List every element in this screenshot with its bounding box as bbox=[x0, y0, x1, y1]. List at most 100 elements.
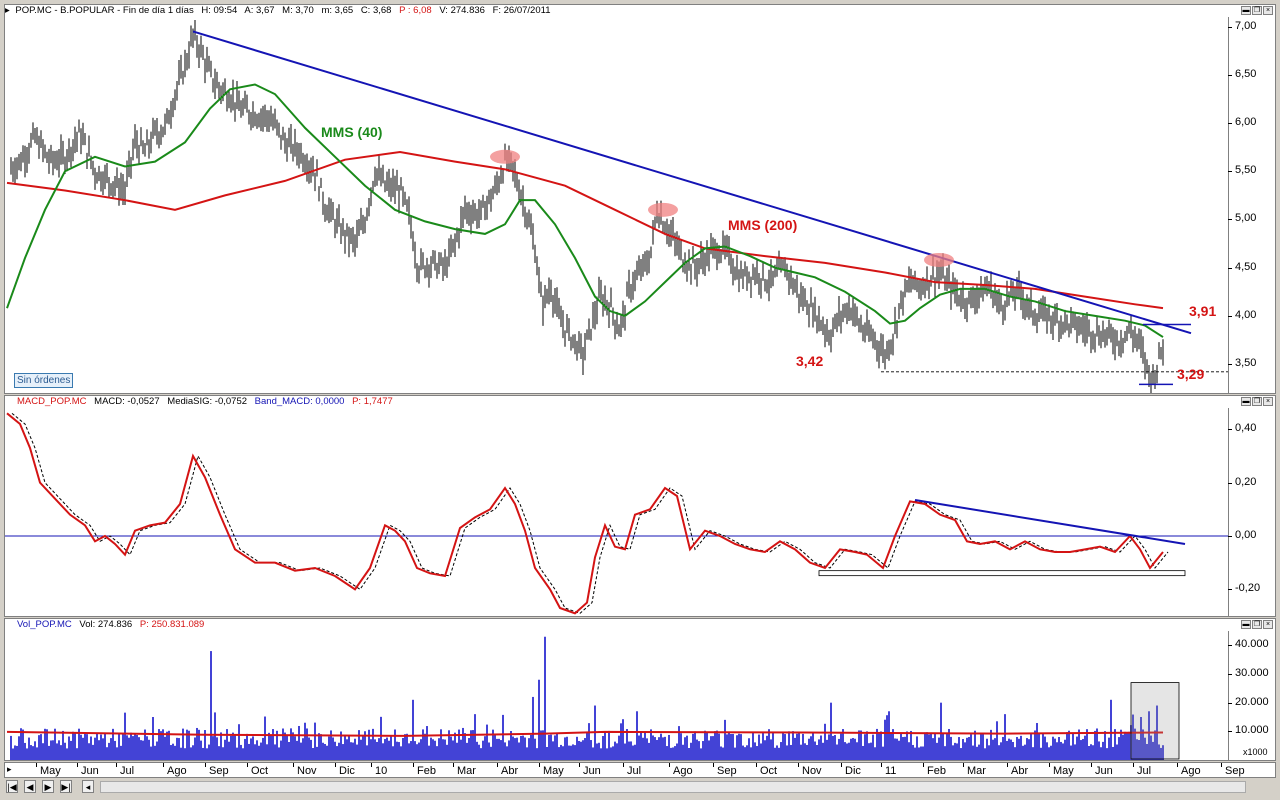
first-icon[interactable]: |◀ bbox=[6, 780, 18, 793]
x-tick-label: Jul bbox=[622, 763, 642, 777]
price-y-axis: 7,00 6,50 6,00 5,50 5,00 4,50 4,00 3,50 bbox=[1228, 17, 1275, 393]
last-icon[interactable]: ▶| bbox=[60, 780, 72, 793]
y-tick-label: 5,00 bbox=[1235, 212, 1257, 225]
y-tick-label: 4,00 bbox=[1235, 308, 1257, 321]
macd-signal: MediaSIG: -0,0752 bbox=[167, 396, 248, 407]
x-tick-label: 11 bbox=[880, 763, 897, 777]
volume-bars bbox=[10, 636, 1164, 760]
mms200-line bbox=[6, 150, 1164, 310]
macd-chart[interactable] bbox=[5, 408, 1229, 616]
x-tick-label: Jul bbox=[1132, 763, 1152, 777]
x-tick-label: 10 bbox=[370, 763, 388, 777]
volume-unit: x1000 bbox=[1243, 747, 1268, 757]
macd-support-box bbox=[818, 570, 1186, 577]
x-tick-label: Sep bbox=[1221, 763, 1245, 777]
volume-average-line bbox=[6, 730, 1164, 737]
macd-y-axis: 0,40 0,20 0,00 -0,20 bbox=[1228, 408, 1275, 616]
label-resistance-391: 3,91 bbox=[1189, 303, 1217, 319]
volume-name: Vol_POP.MC bbox=[17, 619, 72, 630]
volume-header: Vol_POP.MC Vol: 274.836 P: 250.831.089 bbox=[5, 619, 1275, 631]
macd-name: MACD_POP.MC bbox=[17, 396, 87, 407]
prev-icon[interactable]: ◀ bbox=[24, 780, 36, 793]
horizontal-scrollbar[interactable] bbox=[100, 781, 1246, 793]
x-tick-label: Feb bbox=[923, 763, 946, 777]
x-tick-label: Mar bbox=[963, 763, 986, 777]
close-icon[interactable]: × bbox=[1263, 397, 1273, 406]
macd-p: P: 1,7477 bbox=[352, 396, 393, 407]
volume-value: Vol: 274.836 bbox=[79, 619, 133, 630]
restore-icon[interactable]: ❐ bbox=[1252, 397, 1262, 406]
x-tick-label: Jul bbox=[115, 763, 135, 777]
x-tick-label: Nov bbox=[798, 763, 822, 777]
macd-window-buttons: ▬ ❐ × bbox=[1241, 397, 1273, 406]
downtrend-line bbox=[192, 30, 1192, 335]
volume-p: P: 250.831.089 bbox=[139, 619, 205, 630]
y-tick-label: 0,40 bbox=[1235, 422, 1257, 435]
header-high: M: 3,70 bbox=[282, 5, 314, 16]
volume-window-buttons: ▬ ❐ × bbox=[1241, 620, 1273, 629]
price-panel[interactable]: ▸ POP.MC - B.POPULAR - Fin de día 1 días… bbox=[4, 4, 1276, 394]
x-tick-label: Ago bbox=[1177, 763, 1201, 777]
macd-panel[interactable]: MACD_POP.MC MACD: -0,0527 MediaSIG: -0,0… bbox=[4, 395, 1276, 617]
peak-highlight bbox=[924, 252, 954, 267]
header-close: C: 3,68 bbox=[360, 5, 392, 16]
x-tick-label: Sep bbox=[713, 763, 737, 777]
label-mms40: MMS (40) bbox=[321, 124, 383, 140]
y-tick-label: 40.000 bbox=[1235, 638, 1269, 651]
y-tick-label: 7,00 bbox=[1235, 19, 1257, 32]
price-chart[interactable] bbox=[5, 17, 1229, 393]
x-tick-label: Dic bbox=[841, 763, 861, 777]
restore-icon[interactable]: ❐ bbox=[1252, 620, 1262, 629]
y-tick-label: 5,50 bbox=[1235, 164, 1257, 177]
x-tick-label: Oct bbox=[246, 763, 269, 777]
y-tick-label: 6,50 bbox=[1235, 67, 1257, 80]
minimize-icon[interactable]: ▬ bbox=[1241, 6, 1251, 15]
minimize-icon[interactable]: ▬ bbox=[1241, 397, 1251, 406]
volume-chart[interactable] bbox=[5, 631, 1229, 760]
label-low-342: 3,42 bbox=[796, 353, 824, 369]
macd-line bbox=[6, 412, 1164, 615]
restore-icon[interactable]: ❐ bbox=[1252, 6, 1262, 15]
header-time: H: 09:54 bbox=[201, 5, 238, 16]
label-mms200: MMS (200) bbox=[728, 217, 798, 233]
y-tick-label: 0,00 bbox=[1235, 529, 1257, 541]
y-tick-label: 6,00 bbox=[1235, 116, 1257, 129]
orders-badge[interactable]: Sin órdenes bbox=[14, 373, 74, 388]
x-tick-label: May bbox=[1049, 763, 1074, 777]
header-date: F: 26/07/2011 bbox=[492, 5, 551, 16]
header-symbol: POP.MC - B.POPULAR - Fin de día 1 días bbox=[15, 5, 194, 16]
x-tick-label: Jun bbox=[1091, 763, 1113, 777]
navigation-bar: |◀ ◀ ▶ ▶| ◂ bbox=[4, 779, 1276, 796]
close-icon[interactable]: × bbox=[1263, 6, 1273, 15]
y-tick-label: 3,50 bbox=[1235, 357, 1257, 370]
price-window-buttons: ▬ ❐ × bbox=[1241, 6, 1273, 15]
next-icon[interactable]: ▶ bbox=[42, 780, 54, 793]
mms40-line bbox=[6, 83, 1164, 338]
corner-icon: ▸ bbox=[5, 5, 10, 16]
y-tick-label: 20.000 bbox=[1235, 695, 1269, 708]
x-tick-label: Ago bbox=[163, 763, 187, 777]
header-open: A: 3,67 bbox=[244, 5, 275, 16]
volume-y-axis: x1000 40.000 30.000 20.000 10.000 bbox=[1228, 631, 1275, 760]
x-tick-label: Jun bbox=[579, 763, 601, 777]
time-axis: ▸ May Jun Jul Ago Sep Oct Nov Dic 10 Feb Mar Abr May… bbox=[4, 762, 1276, 778]
y-tick-label: -0,20 bbox=[1235, 582, 1261, 595]
header-p: P : 6,08 bbox=[399, 5, 432, 16]
volume-highlight-box bbox=[1130, 682, 1180, 760]
y-tick-label: 10.000 bbox=[1235, 724, 1269, 737]
macd-header: MACD_POP.MC MACD: -0,0527 MediaSIG: -0,0… bbox=[5, 396, 1275, 408]
y-tick-label: 0,20 bbox=[1235, 475, 1257, 488]
x-tick-label: Jun bbox=[77, 763, 99, 777]
peak-highlight bbox=[648, 202, 678, 217]
volume-panel[interactable]: Vol_POP.MC Vol: 274.836 P: 250.831.089 ▬… bbox=[4, 618, 1276, 761]
x-tick-label: Nov bbox=[293, 763, 317, 777]
y-tick-label: 4,50 bbox=[1235, 260, 1257, 273]
y-tick-label: 30.000 bbox=[1235, 667, 1269, 679]
minimize-icon[interactable]: ▬ bbox=[1241, 620, 1251, 629]
x-tick-label: Ago bbox=[669, 763, 693, 777]
scroll-left-icon[interactable]: ◂ bbox=[82, 780, 94, 793]
x-tick-label: Abr bbox=[496, 763, 519, 777]
close-icon[interactable]: × bbox=[1263, 620, 1273, 629]
label-low-329: 3,29 bbox=[1177, 366, 1205, 382]
axis-corner-icon: ▸ bbox=[7, 764, 12, 774]
